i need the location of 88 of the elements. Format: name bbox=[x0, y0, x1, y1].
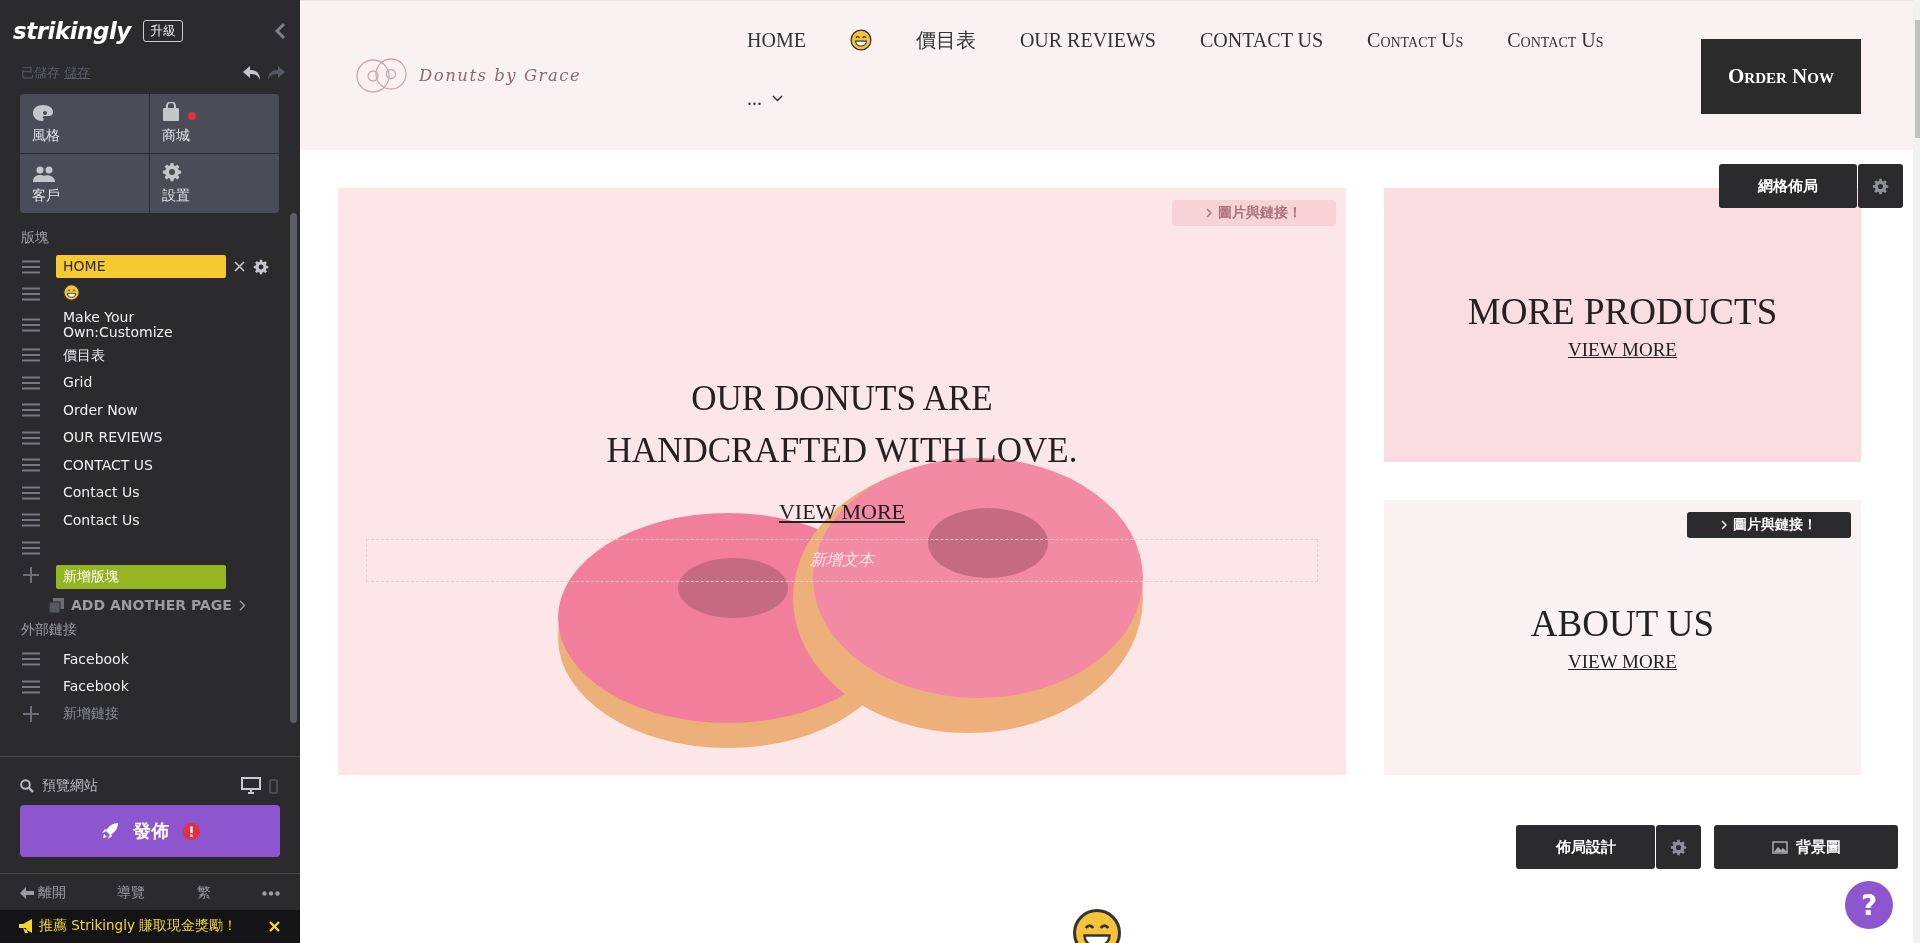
section-item[interactable]: HOME bbox=[56, 255, 226, 279]
drag-handle-icon[interactable] bbox=[22, 513, 40, 528]
drag-handle-icon[interactable] bbox=[22, 348, 40, 363]
grinning-face-icon bbox=[63, 284, 80, 302]
grid-layout-button[interactable]: 網格佈局 bbox=[1719, 164, 1857, 208]
plus-icon bbox=[22, 706, 40, 723]
menu-tile[interactable]: 商城 bbox=[150, 94, 279, 153]
drag-handle-icon[interactable] bbox=[22, 652, 40, 667]
add-page-link[interactable]: ADD ANOTHER PAGE bbox=[71, 597, 232, 614]
scrollbar[interactable] bbox=[290, 213, 297, 723]
search-icon bbox=[20, 779, 34, 793]
add-link-button[interactable]: 新增鏈接 bbox=[56, 705, 119, 724]
section-item[interactable]: Make Your Own:Customize bbox=[56, 308, 226, 342]
drag-handle-icon[interactable] bbox=[22, 375, 40, 390]
plus-icon bbox=[22, 567, 40, 584]
help-button[interactable]: ? bbox=[1845, 881, 1893, 929]
nav-link[interactable]: OUR REVIEWS bbox=[1019, 26, 1156, 54]
drag-handle-icon[interactable] bbox=[22, 317, 40, 332]
links-heading: 外部鏈接 bbox=[20, 621, 78, 640]
rocket-icon bbox=[100, 822, 119, 840]
section-item[interactable]: CONTACT US bbox=[56, 455, 226, 475]
preview-site-link[interactable]: 預覽網站 bbox=[42, 777, 98, 795]
drag-handle-icon[interactable] bbox=[22, 679, 40, 694]
settings-button[interactable] bbox=[1656, 825, 1701, 869]
section-item[interactable]: Contact Us bbox=[56, 483, 226, 502]
order-now-button[interactable]: Order Now bbox=[1701, 39, 1861, 114]
arrow-left-icon bbox=[20, 887, 34, 899]
settings-button[interactable] bbox=[1858, 164, 1903, 208]
hero-heading: OUR DONUTS ARE HANDCRAFTED WITH LOVE. bbox=[605, 378, 1079, 472]
more-menu[interactable]: ... bbox=[747, 84, 783, 112]
mobile-icon[interactable] bbox=[269, 778, 278, 794]
chevron-down-icon bbox=[772, 94, 783, 102]
exit-button[interactable]: 離開 bbox=[20, 884, 66, 902]
menu-tile[interactable]: 風格 bbox=[20, 94, 149, 153]
publish-button[interactable]: 發佈 bbox=[20, 805, 280, 857]
chevron-right-icon bbox=[1206, 208, 1212, 218]
card-title: ABOUT US bbox=[1530, 602, 1715, 645]
nav-link[interactable]: Contact Us bbox=[1507, 26, 1604, 54]
upgrade-button[interactable]: 升級 bbox=[142, 20, 183, 42]
link-item[interactable]: Facebook bbox=[56, 677, 226, 696]
logo: strikingly bbox=[13, 18, 131, 44]
drag-handle-icon[interactable] bbox=[22, 540, 40, 555]
palette-icon bbox=[32, 104, 54, 122]
section-item[interactable]: Order Now bbox=[56, 400, 226, 420]
section-heading: 版塊 bbox=[20, 229, 50, 247]
nav-link[interactable]: Contact Us bbox=[1367, 26, 1464, 54]
view-more-link[interactable]: VIEW MORE bbox=[778, 499, 906, 525]
drag-handle-icon[interactable] bbox=[22, 287, 40, 302]
chevron-right-icon bbox=[1721, 520, 1727, 530]
settings-icon bbox=[253, 258, 269, 275]
layout-design-button[interactable]: 佈局設計 bbox=[1516, 825, 1655, 869]
settings-icon bbox=[162, 162, 182, 182]
image-icon bbox=[1771, 840, 1788, 854]
drag-handle-icon[interactable] bbox=[22, 259, 40, 274]
close-icon[interactable] bbox=[234, 261, 245, 273]
nav-link[interactable]: HOME bbox=[747, 26, 806, 54]
view-more-link[interactable]: VIEW MORE bbox=[1568, 651, 1677, 673]
footer-nav-item[interactable]: 繁 bbox=[196, 884, 211, 902]
drag-handle-icon[interactable] bbox=[22, 485, 40, 500]
section-item[interactable]: OUR REVIEWS bbox=[56, 428, 226, 447]
section-item[interactable]: 價目表 bbox=[56, 345, 226, 365]
close-icon[interactable] bbox=[269, 920, 280, 932]
chevron-right-icon bbox=[238, 599, 246, 611]
desktop-icon[interactable] bbox=[241, 777, 261, 795]
section-item[interactable]: Contact Us bbox=[56, 510, 226, 530]
menu-tile[interactable]: 客戶 bbox=[20, 154, 149, 213]
more-icon[interactable] bbox=[262, 890, 280, 896]
footer-nav-item[interactable]: 導覽 bbox=[117, 884, 146, 902]
nav-link[interactable]: CONTACT US bbox=[1200, 26, 1324, 54]
settings-icon bbox=[1872, 177, 1889, 195]
card-title: MORE PRODUCTS bbox=[1467, 289, 1778, 333]
nav-link[interactable]: 價目表 bbox=[915, 26, 976, 54]
grinning-face-icon bbox=[849, 29, 872, 51]
drag-handle-icon[interactable] bbox=[22, 403, 40, 418]
menu-tile[interactable]: 設置 bbox=[150, 154, 279, 213]
brand-name[interactable]: Donuts by Grace bbox=[419, 65, 582, 85]
section-item[interactable]: Grid bbox=[56, 373, 226, 392]
people-icon bbox=[32, 166, 56, 182]
drag-handle-icon[interactable] bbox=[22, 430, 40, 445]
drag-handle-icon[interactable] bbox=[22, 458, 40, 473]
pages-icon bbox=[49, 597, 64, 613]
image-link-tag[interactable]: 圖片與鏈接！ bbox=[1687, 512, 1851, 538]
collapse-icon[interactable] bbox=[274, 22, 286, 40]
view-more-link[interactable]: VIEW MORE bbox=[1568, 338, 1677, 361]
background-image-button[interactable]: 背景圖 bbox=[1714, 825, 1898, 869]
undo-icon[interactable] bbox=[242, 65, 262, 81]
link-item[interactable]: Facebook bbox=[56, 649, 226, 669]
settings-icon bbox=[1670, 838, 1687, 856]
